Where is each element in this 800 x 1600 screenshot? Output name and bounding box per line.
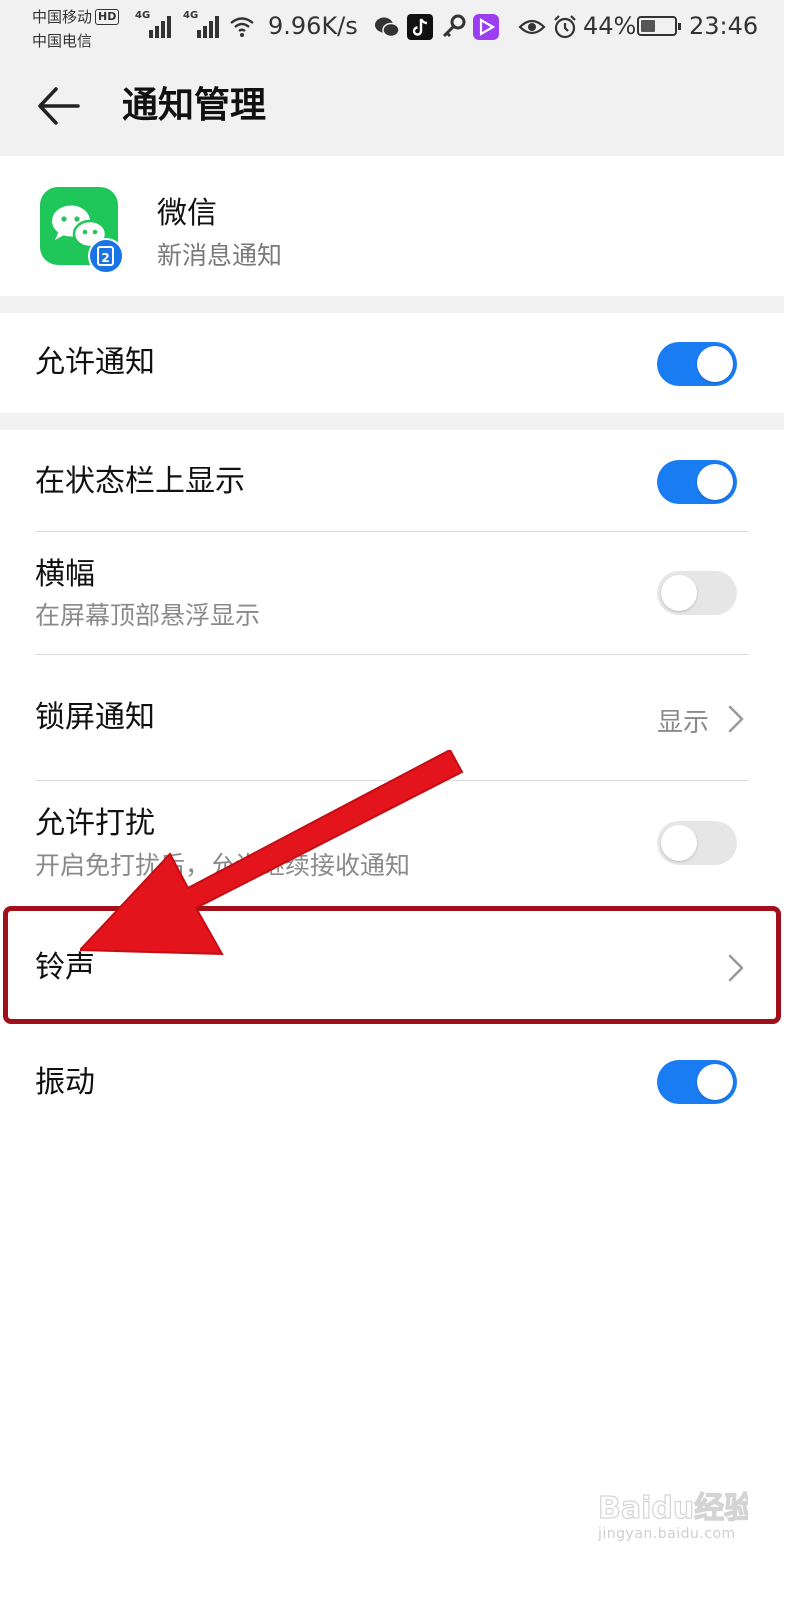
banner-toggle[interactable] [657,571,737,615]
lock-screen-row[interactable]: 锁屏通知 显示 [0,655,784,780]
battery-icon [637,16,681,36]
lock-screen-label: 锁屏通知 [35,700,155,735]
dnd-toggle[interactable] [657,821,737,865]
status-bar-display-row[interactable]: 在状态栏上显示 [0,430,784,531]
watermark-logo: Baidu经验 [598,1491,748,1526]
signal-2-icon: 4G [183,10,223,38]
section-gap [0,296,784,313]
page-title: 通知管理 [122,85,267,126]
baidu-watermark: Baidu经验 jingyan.baidu.com [597,1484,754,1554]
badge-count: 2 [101,251,109,265]
arrow-left-icon[interactable] [36,84,84,128]
carrier-1: 中国移动 [32,8,93,26]
hd-badge: HD [95,9,120,25]
signal-1-icon: 4G [135,10,175,38]
watermark-text: jingyan.baidu.com [598,1526,736,1542]
tiktok-icon [407,14,433,40]
section-gap [0,413,784,430]
lock-screen-value: 显示 [657,708,710,738]
status-bar-display-toggle[interactable] [657,460,737,504]
vibration-toggle[interactable] [657,1060,737,1104]
vibration-label: 振动 [35,1065,95,1100]
alarm-icon [554,15,576,39]
ringtone-label: 铃声 [35,950,95,985]
banner-label: 横幅 [35,557,95,592]
net-speed: 9.96K/s [268,12,358,40]
app-subtitle: 新消息通知 [157,241,283,270]
clock: 23:46 [689,12,759,40]
key-icon [442,14,466,38]
ringtone-row[interactable]: 铃声 [0,906,784,1024]
allow-notifications-toggle[interactable] [657,342,737,386]
battery-percent: 44% [583,12,637,40]
clone-badge-icon: 2 [88,238,124,278]
status-bar-display-label: 在状态栏上显示 [35,464,245,499]
wifi-icon [230,17,254,37]
signal-2-type: 4G [183,10,199,21]
allow-notifications-label: 允许通知 [35,345,155,380]
chevron-right-icon [728,954,744,982]
dnd-row[interactable]: 允许打扰 开启免打扰后，允许继续接收通知 [0,781,784,905]
video-app-icon [473,14,499,40]
status-bar: 中国移动 HD 中国电信 4G 4G 9.96K/s 44% 23:46 [0,0,784,56]
banner-subtitle: 在屏幕顶部悬浮显示 [35,601,261,630]
eye-icon [518,19,546,35]
signal-1-type: 4G [135,10,151,21]
app-header: 通知管理 [0,56,784,156]
allow-notifications-row[interactable]: 允许通知 [0,313,784,413]
wechat-status-icon [375,17,400,38]
app-name: 微信 [157,196,217,231]
dnd-subtitle: 开启免打扰后，允许继续接收通知 [35,851,411,880]
vibration-row[interactable]: 振动 [0,1030,784,1134]
dnd-label: 允许打扰 [35,806,155,841]
chevron-right-icon [728,705,744,733]
carrier-info: 中国移动 HD 中国电信 [32,5,120,53]
banner-row[interactable]: 横幅 在屏幕顶部悬浮显示 [0,532,784,654]
carrier-2: 中国电信 [32,32,93,50]
